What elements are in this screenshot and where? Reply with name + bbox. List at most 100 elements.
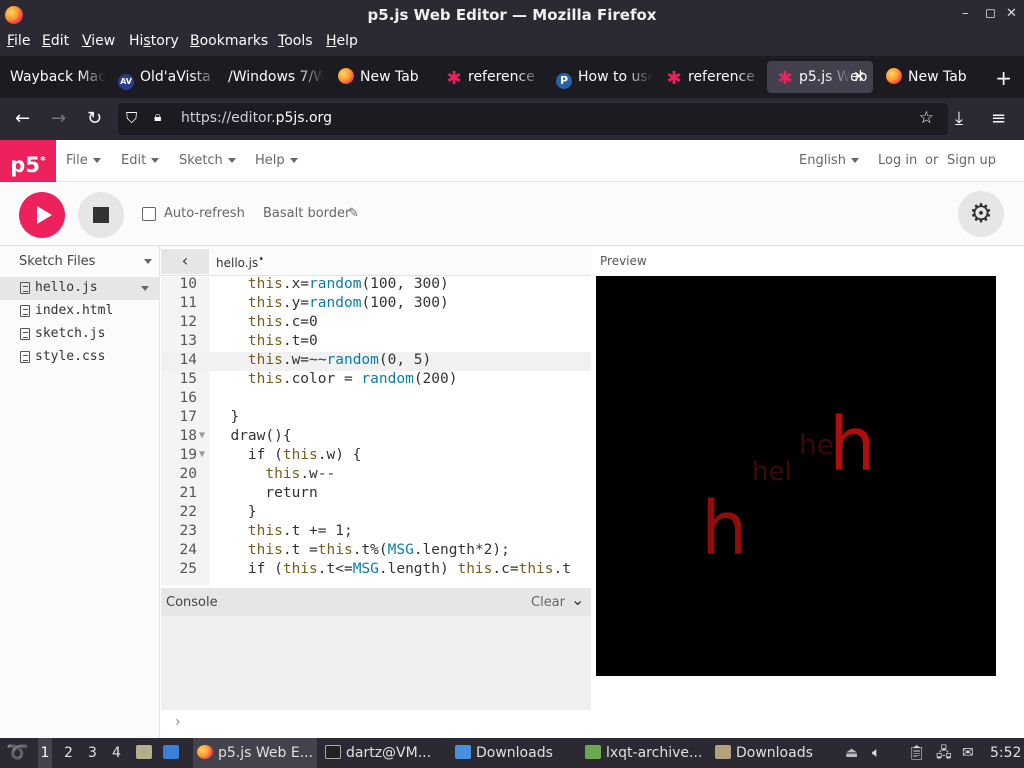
reload-icon[interactable]: ↻ bbox=[87, 108, 102, 129]
network-icon[interactable]: 🖧 bbox=[936, 738, 952, 768]
file-item-style-css[interactable]: style.css bbox=[0, 346, 160, 369]
console-input[interactable]: › bbox=[161, 710, 591, 738]
p5-logo[interactable]: p5* bbox=[0, 140, 56, 182]
file-manager-launcher-icon[interactable] bbox=[136, 738, 157, 768]
url-bar[interactable]: ⛉ 🔒︎ https://editor.p5js.org ☆ bbox=[118, 103, 948, 135]
workspace-4[interactable]: 4 bbox=[112, 738, 121, 768]
collapse-sidebar-chevron-left-icon[interactable]: ‹ bbox=[161, 249, 209, 274]
play-button[interactable] bbox=[19, 192, 65, 238]
tab-newtab-2[interactable]: New Tab bbox=[876, 61, 982, 93]
chevron-down-icon[interactable]: ⌄ bbox=[571, 590, 584, 609]
shield-icon[interactable]: ⛉ bbox=[126, 109, 137, 127]
p5-menu-sketch[interactable]: Sketch bbox=[179, 153, 236, 168]
file-item-sketch-js[interactable]: sketch.js bbox=[0, 323, 160, 346]
tab-newtab-1[interactable]: New Tab bbox=[328, 61, 434, 93]
menu-help[interactable]: Help bbox=[326, 33, 358, 49]
code-line[interactable]: 11 this.y=random(100, 300) bbox=[161, 295, 591, 314]
code-line[interactable]: 17 } bbox=[161, 409, 591, 428]
code-line[interactable]: 15 this.color = random(200) bbox=[161, 371, 591, 390]
bookmark-star-icon[interactable]: ☆ bbox=[919, 108, 934, 128]
taskbar-app-firefox[interactable]: p5.js Web E... bbox=[193, 738, 317, 768]
tab-windows7[interactable]: /Windows 7/Windows bbox=[218, 61, 324, 93]
code-line[interactable]: 18 ▼ draw(){ bbox=[161, 428, 591, 447]
p5-star-icon: ✱ bbox=[666, 68, 682, 89]
p5-menu-help[interactable]: Help bbox=[255, 153, 298, 168]
workspace-1[interactable]: 1 bbox=[38, 738, 52, 768]
sketch-name[interactable]: Basalt border bbox=[263, 206, 350, 221]
signup-link[interactable]: Sign up bbox=[947, 153, 996, 168]
taskbar-app-terminal[interactable]: dartz@VM... bbox=[325, 738, 443, 768]
editor-tab-row: ‹ hello.js• bbox=[161, 246, 591, 276]
console-clear-button[interactable]: Clear bbox=[531, 595, 565, 610]
code-editor[interactable]: 10 this.x=random(100, 300) 11 this.y=rand… bbox=[161, 277, 591, 585]
code-line[interactable]: 20 this.w-- bbox=[161, 466, 591, 485]
stop-button[interactable] bbox=[78, 192, 124, 238]
code-line[interactable]: 23 this.t += 1; bbox=[161, 523, 591, 542]
file-item-hello-js[interactable]: hello.js bbox=[0, 277, 160, 300]
show-desktop-icon[interactable] bbox=[163, 738, 184, 768]
code-line[interactable]: 25 if (this.t<=MSG.length) this.c=this.t bbox=[161, 561, 591, 580]
menu-edit[interactable]: Edit bbox=[42, 33, 69, 49]
line-number: 21 bbox=[179, 485, 197, 501]
menu-tools[interactable]: Tools bbox=[278, 33, 313, 49]
pencil-icon[interactable]: ✎ bbox=[348, 206, 359, 221]
tab-reference-2[interactable]: ✱ reference bbox=[656, 61, 762, 93]
lock-icon[interactable]: 🔒︎ bbox=[154, 109, 161, 125]
preview-canvas[interactable]: h he hel h bbox=[596, 276, 996, 676]
p5-menu-file[interactable]: File bbox=[66, 153, 101, 168]
file-item-index-html[interactable]: index.html bbox=[0, 300, 160, 323]
p5-menu-edit[interactable]: Edit bbox=[121, 153, 160, 168]
p5-star-icon: ✱ bbox=[777, 68, 793, 89]
start-menu-icon[interactable]: ➰ bbox=[6, 738, 28, 768]
auto-refresh-checkbox[interactable] bbox=[142, 207, 156, 221]
taskbar-app-archiver[interactable]: lxqt-archive... bbox=[585, 738, 707, 768]
code-line[interactable]: 22 } bbox=[161, 504, 591, 523]
clock: 5:52 bbox=[990, 745, 1022, 761]
login-link[interactable]: Log in bbox=[878, 153, 917, 168]
workspace-2[interactable]: 2 bbox=[64, 738, 73, 768]
language-select[interactable]: English bbox=[799, 153, 859, 168]
code-text: if (this.t<=MSG.length) this.c=this.t bbox=[213, 561, 571, 577]
code-line[interactable]: 24 this.t =this.t%(MSG.length*2); bbox=[161, 542, 591, 561]
fold-arrow-icon[interactable]: ▼ bbox=[199, 449, 205, 460]
code-line[interactable]: 19 ▼ if (this.w) { bbox=[161, 447, 591, 466]
menu-bookmarks[interactable]: Bookmarks bbox=[190, 33, 268, 49]
code-line[interactable]: 10 this.x=random(100, 300) bbox=[161, 277, 591, 295]
menu-file[interactable]: File bbox=[7, 33, 30, 49]
code-line[interactable]: 16 bbox=[161, 390, 591, 409]
line-number: 18 bbox=[179, 428, 197, 444]
taskbar-app-downloads-1[interactable]: Downloads bbox=[455, 738, 573, 768]
tab-oldavista[interactable]: AV Old'aVista bbox=[108, 61, 218, 93]
clipboard-icon[interactable]: 📋︎ bbox=[908, 738, 926, 768]
fold-arrow-icon[interactable]: ▼ bbox=[199, 430, 205, 441]
workspace-3[interactable]: 3 bbox=[88, 738, 97, 768]
tab-p5-editor[interactable]: ✱p5.js Web Editor ✕ bbox=[767, 61, 873, 93]
settings-gear-icon[interactable]: ⚙ bbox=[958, 191, 1004, 237]
forward-arrow-icon[interactable]: → bbox=[51, 108, 66, 129]
tab-reference-1[interactable]: ✱ reference bbox=[436, 61, 542, 93]
new-tab-plus-icon[interactable]: + bbox=[995, 66, 1012, 90]
menu-history[interactable]: History bbox=[129, 33, 179, 49]
close-window-button[interactable]: ✕ bbox=[1006, 6, 1017, 21]
chevron-down-icon[interactable] bbox=[141, 286, 149, 291]
menu-view[interactable]: View bbox=[82, 33, 115, 49]
back-arrow-icon[interactable]: ← bbox=[15, 108, 30, 129]
tab-wayback[interactable]: Wayback Machine bbox=[0, 61, 106, 93]
minimize-button[interactable]: – bbox=[962, 6, 969, 21]
close-tab-icon[interactable]: ✕ bbox=[853, 61, 865, 93]
volume-icon[interactable]: 🔈︎ bbox=[872, 738, 880, 768]
code-line[interactable]: 12 this.c=0 bbox=[161, 314, 591, 333]
line-number: 14 bbox=[179, 352, 197, 368]
url-text[interactable]: https://editor.p5js.org bbox=[181, 110, 332, 126]
code-line[interactable]: 13 this.t=0 bbox=[161, 333, 591, 352]
tab-howtouse[interactable]: P How to use bbox=[546, 61, 652, 93]
chevron-down-icon[interactable] bbox=[144, 259, 152, 264]
hamburger-menu-icon[interactable]: ≡ bbox=[991, 108, 1006, 129]
code-line[interactable]: 21 return bbox=[161, 485, 591, 504]
code-line[interactable]: 14 this.w=~~random(0, 5) bbox=[161, 352, 591, 371]
eject-icon[interactable]: ⏏ bbox=[845, 738, 858, 768]
restore-button[interactable]: ◻ bbox=[985, 6, 996, 21]
taskbar-app-downloads-2[interactable]: Downloads bbox=[715, 738, 833, 768]
notification-icon[interactable]: ✉ bbox=[962, 738, 974, 768]
downloads-icon[interactable]: ⤓ bbox=[955, 108, 963, 129]
